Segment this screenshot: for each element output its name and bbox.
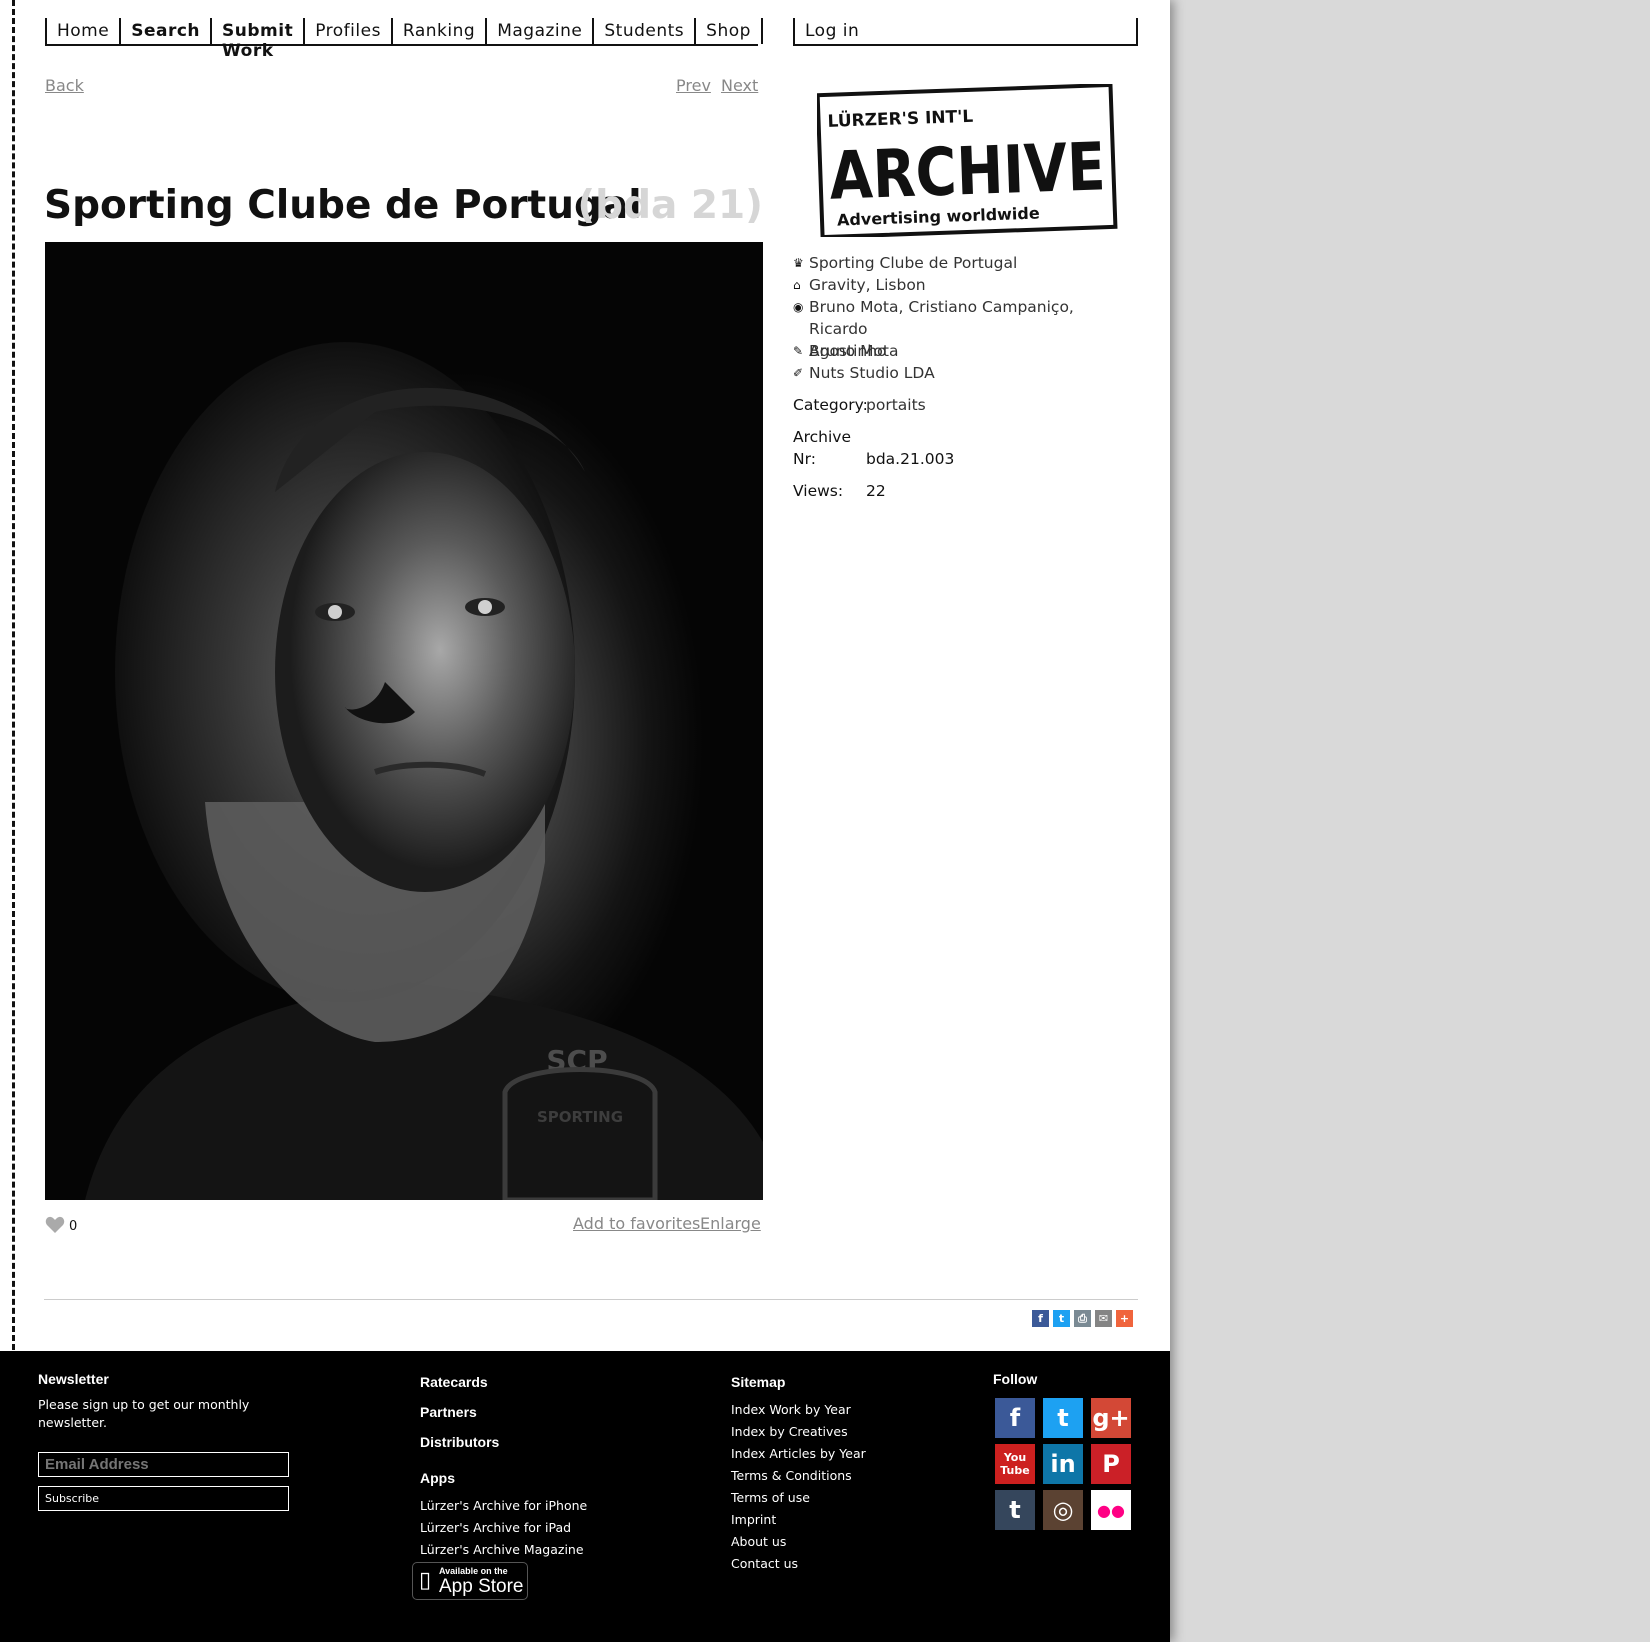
distributors-link[interactable]: Distributors: [420, 1434, 499, 1450]
app-link-magazine[interactable]: Lürzer's Archive Magazine: [420, 1542, 584, 1557]
back-link[interactable]: Back: [45, 76, 84, 95]
page-title: Sporting Clube de Portugal: [44, 183, 642, 228]
detail-agency: ⌂ Gravity, Lisbon: [793, 274, 1133, 296]
sitemap-link-contact[interactable]: Contact us: [731, 1556, 798, 1571]
email-input[interactable]: [38, 1452, 289, 1477]
views-label: Views:: [793, 482, 844, 500]
nav-students[interactable]: Students: [592, 18, 694, 44]
login-link[interactable]: Log in: [793, 18, 1138, 44]
portrait-illustration: SCP SPORTING: [85, 342, 763, 1200]
pinterest-icon[interactable]: P: [1091, 1444, 1131, 1484]
agency-name: Gravity, Lisbon: [809, 276, 926, 294]
divider: [44, 1299, 1138, 1300]
shirt-badge-sub: SPORTING: [537, 1108, 623, 1126]
email-icon[interactable]: ✉: [1095, 1310, 1112, 1327]
twitter-icon[interactable]: t: [1053, 1310, 1070, 1327]
sitemap-link-terms-conditions[interactable]: Terms & Conditions: [731, 1468, 852, 1483]
nav-submit-work[interactable]: Submit Work: [210, 18, 303, 61]
house-icon: ⌂: [793, 278, 801, 292]
nav-home[interactable]: Home: [45, 18, 119, 44]
app-store-top: Available on the: [439, 1566, 508, 1576]
newsletter-text-1: Please sign up to get our monthly: [38, 1397, 250, 1412]
app-link-ipad[interactable]: Lürzer's Archive for iPad: [420, 1520, 571, 1535]
sitemap-title: Sitemap: [731, 1374, 786, 1390]
detail-client: ♛ Sporting Clube de Portugal: [793, 252, 1133, 274]
partners-link[interactable]: Partners: [420, 1404, 477, 1420]
page: Home Search Submit Work Profiles Ranking…: [0, 0, 1170, 1642]
sitemap-link-about[interactable]: About us: [731, 1534, 786, 1549]
archive-label-2: Nr:: [793, 450, 816, 468]
brush-icon: ✐: [793, 366, 804, 380]
pencil-icon: ✎: [793, 344, 804, 358]
sitemap-link-terms-use[interactable]: Terms of use: [731, 1490, 810, 1505]
subscribe-button[interactable]: Subscribe: [38, 1486, 289, 1511]
nav-magazine[interactable]: Magazine: [485, 18, 592, 44]
more-icon[interactable]: +: [1116, 1310, 1133, 1327]
sitemap-link-work-by-year[interactable]: Index Work by Year: [731, 1402, 851, 1417]
archive-number: bda.21.003: [866, 450, 955, 468]
add-to-favorites-link[interactable]: Add to favorites: [573, 1214, 700, 1233]
logo-line2: ARCHIVE: [828, 128, 1107, 215]
like-count: 0: [69, 1219, 78, 1234]
nav-profiles[interactable]: Profiles: [303, 18, 391, 44]
archive-label-1: Archive: [793, 428, 851, 446]
work-image[interactable]: SCP SPORTING: [45, 242, 763, 1200]
views-value: 22: [866, 482, 886, 500]
sitemap-link-articles[interactable]: Index Articles by Year: [731, 1446, 866, 1461]
photographer-name: Bruno Mota: [809, 342, 899, 360]
share-bar: f t ⎙ ✉ +: [1032, 1310, 1133, 1327]
ratecards-link[interactable]: Ratecards: [420, 1374, 488, 1390]
google-plus-icon[interactable]: g+: [1091, 1398, 1131, 1438]
detail-production: ✐ Nuts Studio LDA: [793, 362, 1133, 384]
print-icon[interactable]: ⎙: [1074, 1310, 1091, 1327]
follow-title: Follow: [993, 1371, 1038, 1387]
category-label: Category:: [793, 396, 868, 414]
sitemap-link-imprint[interactable]: Imprint: [731, 1512, 776, 1527]
creatives-line1: Bruno Mota, Cristiano Campaniço, Ricardo: [809, 298, 1074, 338]
newsletter-text-2: newsletter.: [38, 1415, 107, 1430]
flickr-icon[interactable]: ●●: [1091, 1490, 1131, 1530]
app-link-iphone[interactable]: Lürzer's Archive for iPhone: [420, 1498, 587, 1513]
main-nav: Home Search Submit Work Profiles Ranking…: [45, 18, 763, 61]
nav-shop[interactable]: Shop: [694, 18, 763, 44]
twitter-icon[interactable]: t: [1043, 1398, 1083, 1438]
footer: Newsletter Please sign up to get our mon…: [0, 1351, 1170, 1642]
tumblr-icon[interactable]: t: [995, 1490, 1035, 1530]
linkedin-icon[interactable]: in: [1043, 1444, 1083, 1484]
production-name: Nuts Studio LDA: [809, 364, 935, 382]
instagram-icon[interactable]: ◎: [1043, 1490, 1083, 1530]
next-link[interactable]: Next: [721, 76, 758, 95]
prev-link[interactable]: Prev: [676, 76, 711, 95]
heart-icon[interactable]: [45, 1216, 65, 1234]
enlarge-link[interactable]: Enlarge: [700, 1214, 761, 1233]
detail-photographer: ✎ Bruno Mota: [793, 340, 1133, 362]
sitemap-link-creatives[interactable]: Index by Creatives: [731, 1424, 848, 1439]
apps-title: Apps: [420, 1470, 455, 1486]
client-name: Sporting Clube de Portugal: [809, 254, 1018, 272]
facebook-icon[interactable]: f: [1032, 1310, 1049, 1327]
dashed-border: [12, 0, 15, 1350]
login-nav: Log in: [793, 18, 1138, 46]
facebook-icon[interactable]: f: [995, 1398, 1035, 1438]
like-counter[interactable]: 0: [45, 1216, 77, 1234]
newsletter-title: Newsletter: [38, 1371, 109, 1387]
nav-search[interactable]: Search: [119, 18, 210, 44]
apple-icon: ▯: [419, 1568, 432, 1593]
nav-ranking[interactable]: Ranking: [390, 18, 485, 44]
issue-label: (bda 21): [577, 183, 763, 228]
archive-logo[interactable]: LÜRZER'S INT'L ARCHIVE Advertising world…: [817, 84, 1118, 237]
category-value[interactable]: portaits: [866, 394, 926, 416]
app-store-badge[interactable]: ▯ Available on the App Store: [412, 1562, 528, 1600]
youtube-icon[interactable]: You Tube: [995, 1444, 1035, 1484]
crown-icon: ♛: [793, 256, 804, 270]
app-store-bottom: App Store: [439, 1576, 524, 1597]
